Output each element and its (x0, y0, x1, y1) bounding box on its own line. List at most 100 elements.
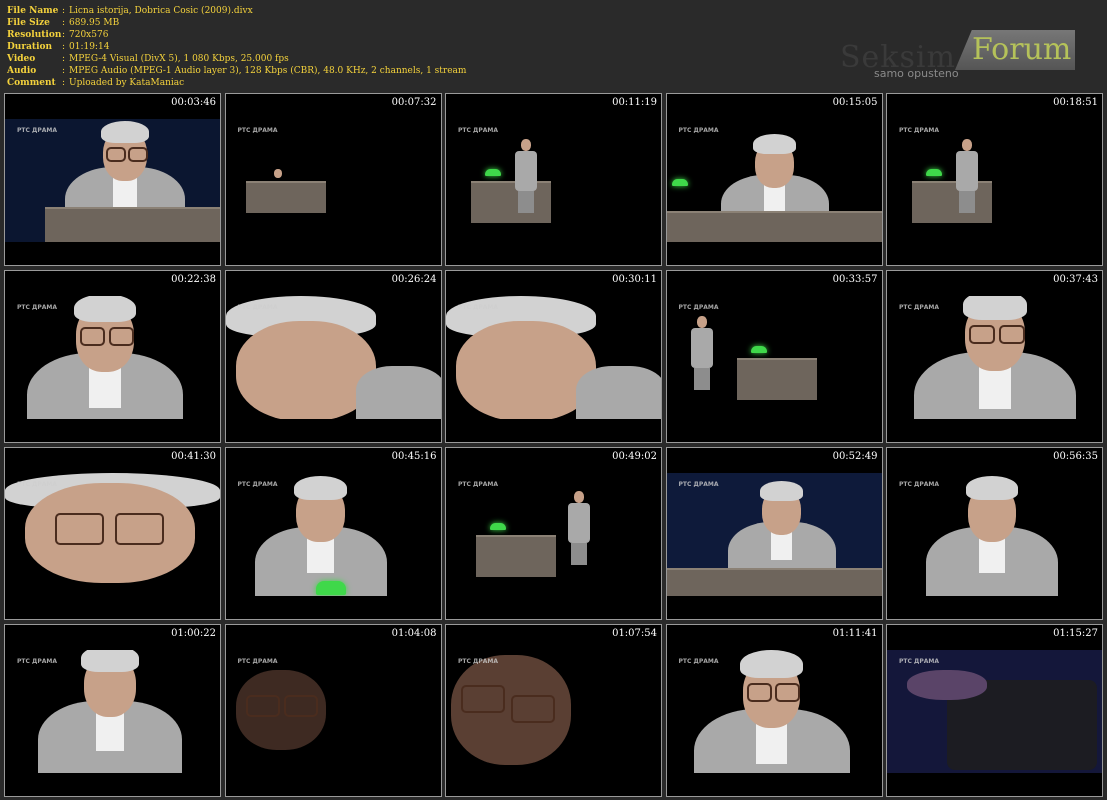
legs (571, 543, 587, 565)
video-thumbnail[interactable]: 00:11:19 РТС ДРАМА (445, 93, 662, 266)
video-frame: РТС ДРАМА (226, 473, 441, 596)
desk (736, 358, 817, 400)
timestamp: 00:33:57 (832, 274, 878, 285)
timestamp: 00:15:05 (832, 97, 878, 108)
video-frame: РТС ДРАМА (667, 296, 882, 419)
timestamp: 00:37:43 (1053, 274, 1098, 285)
logo-word: Forum (972, 32, 1072, 67)
legs (959, 191, 975, 213)
legs (693, 368, 710, 390)
info-separator: : (62, 54, 66, 64)
video-thumbnail[interactable]: 00:33:57 РТС ДРАМА (665, 270, 883, 443)
timestamp: 00:41:30 (171, 451, 216, 462)
channel-watermark: РТС ДРАМА (237, 304, 278, 311)
hair (740, 650, 803, 679)
info-key: Audio (7, 66, 37, 76)
timestamp: 00:26:24 (391, 274, 437, 285)
video-frame: РТС ДРАМА (5, 650, 220, 773)
timestamp: 00:11:19 (612, 97, 657, 108)
info-key: Comment (7, 78, 56, 88)
video-thumbnail[interactable]: 00:15:05 РТС ДРАМА (665, 93, 883, 266)
video-thumbnail[interactable]: 00:37:43 РТС ДРАМА (886, 270, 1103, 443)
face (574, 491, 584, 503)
timestamp: 01:04:08 (391, 628, 437, 639)
channel-watermark: РТС ДРАМА (458, 658, 498, 665)
info-value: 720x576 (69, 30, 109, 40)
glasses (511, 695, 555, 723)
timestamp: 01:00:22 (171, 628, 216, 639)
video-thumbnail[interactable]: 00:26:24 РТС ДРАМА (224, 270, 442, 443)
info-row: Resolution:720x576 (7, 29, 466, 41)
video-thumbnail[interactable]: 01:04:08 РТС ДРАМА (224, 624, 442, 797)
timestamp: 01:11:41 (832, 628, 878, 639)
channel-watermark: РТС ДРАМА (237, 658, 278, 665)
timestamp: 01:15:27 (1053, 628, 1098, 639)
thumbnail-grid: 00:03:46 РТС ДРАМА 00:07:32 РТС ДРАМА 00:11:… (4, 93, 1103, 797)
channel-watermark: РТС ДРАМА (899, 127, 939, 134)
glasses (461, 685, 505, 713)
desk (45, 207, 220, 242)
video-thumbnail[interactable]: 00:45:16 РТС ДРАМА (224, 447, 442, 620)
info-row: File Size:689.95 MB (7, 17, 466, 29)
channel-watermark: РТС ДРАМА (678, 481, 719, 488)
timestamp: 00:49:02 (612, 451, 657, 462)
video-thumbnail[interactable]: 00:52:49 РТС ДРАМА (665, 447, 883, 620)
channel-watermark: РТС ДРАМА (458, 304, 498, 311)
jacket (690, 328, 713, 368)
video-frame: РТС ДРАМА (446, 119, 661, 242)
video-frame: РТС ДРАМА (226, 650, 441, 773)
info-row: Duration:01:19:14 (7, 41, 466, 53)
info-value: 01:19:14 (69, 42, 110, 52)
desk (471, 181, 551, 223)
video-thumbnail[interactable]: 00:49:02 РТС ДРАМА (445, 447, 662, 620)
hand (907, 670, 987, 700)
info-row: Comment: Uploaded by KataManiac (7, 77, 466, 89)
video-frame: РТС ДРАМА (5, 119, 220, 242)
video-thumbnail[interactable]: 00:22:38 РТС ДРАМА (4, 270, 221, 443)
hair (962, 296, 1028, 320)
channel-watermark: РТС ДРАМА (899, 481, 939, 488)
forum-logo: Seksim Forum samo opusteno (840, 30, 1080, 82)
video-thumbnail[interactable]: 00:30:11 РТС ДРАМА (445, 270, 662, 443)
video-thumbnail[interactable]: 00:07:32 РТС ДРАМА (224, 93, 442, 266)
video-frame: РТС ДРАМА (887, 119, 1102, 242)
info-separator: : (62, 78, 66, 88)
timestamp: 01:07:54 (612, 628, 657, 639)
face (25, 483, 195, 583)
lamp (750, 346, 767, 353)
lamp (315, 581, 346, 595)
glasses (746, 683, 772, 702)
glasses (106, 147, 126, 162)
glasses (108, 327, 134, 346)
face (962, 139, 972, 151)
video-thumbnail[interactable]: 01:00:22 РТС ДРАМА (4, 624, 221, 797)
video-thumbnail[interactable]: 01:07:54 РТС ДРАМА (445, 624, 662, 797)
channel-watermark: РТС ДРАМА (17, 127, 57, 134)
channel-watermark: РТС ДРАМА (458, 481, 498, 488)
video-thumbnail[interactable]: 01:15:27 РТС ДРАМА (886, 624, 1103, 797)
video-thumbnail[interactable]: 01:11:41 РТС ДРАМА (665, 624, 883, 797)
channel-watermark: РТС ДРАМА (899, 658, 939, 665)
hair (81, 650, 139, 672)
video-thumbnail[interactable]: 00:56:35 РТС ДРАМА (886, 447, 1103, 620)
video-frame: РТС ДРАМА (666, 473, 882, 596)
info-key: Resolution (7, 30, 62, 40)
channel-watermark: РТС ДРАМА (237, 481, 278, 488)
video-thumbnail[interactable]: 00:41:30 РТС ДРАМА (4, 447, 221, 620)
channel-watermark: РТС ДРАМА (678, 304, 719, 311)
face (235, 321, 376, 419)
glasses (115, 513, 164, 545)
glasses (283, 695, 318, 717)
hair (294, 476, 347, 501)
video-thumbnail[interactable]: 00:18:51 РТС ДРАМА (886, 93, 1103, 266)
info-key: Video (7, 54, 36, 64)
info-value: Uploaded by KataManiac (69, 78, 185, 88)
video-frame: РТС ДРАМА (5, 473, 220, 596)
video-frame: РТС ДРАМА (666, 119, 882, 242)
lamp (926, 169, 942, 176)
info-value: Licna istorija, Dobrica Cosic (2009).div… (69, 6, 253, 16)
video-thumbnail[interactable]: 00:03:46 РТС ДРАМА (4, 93, 221, 266)
file-info-panel: File Name: Licna istorija, Dobrica Cosic … (7, 5, 466, 89)
video-frame: РТС ДРАМА (446, 296, 661, 419)
desk (912, 181, 992, 223)
